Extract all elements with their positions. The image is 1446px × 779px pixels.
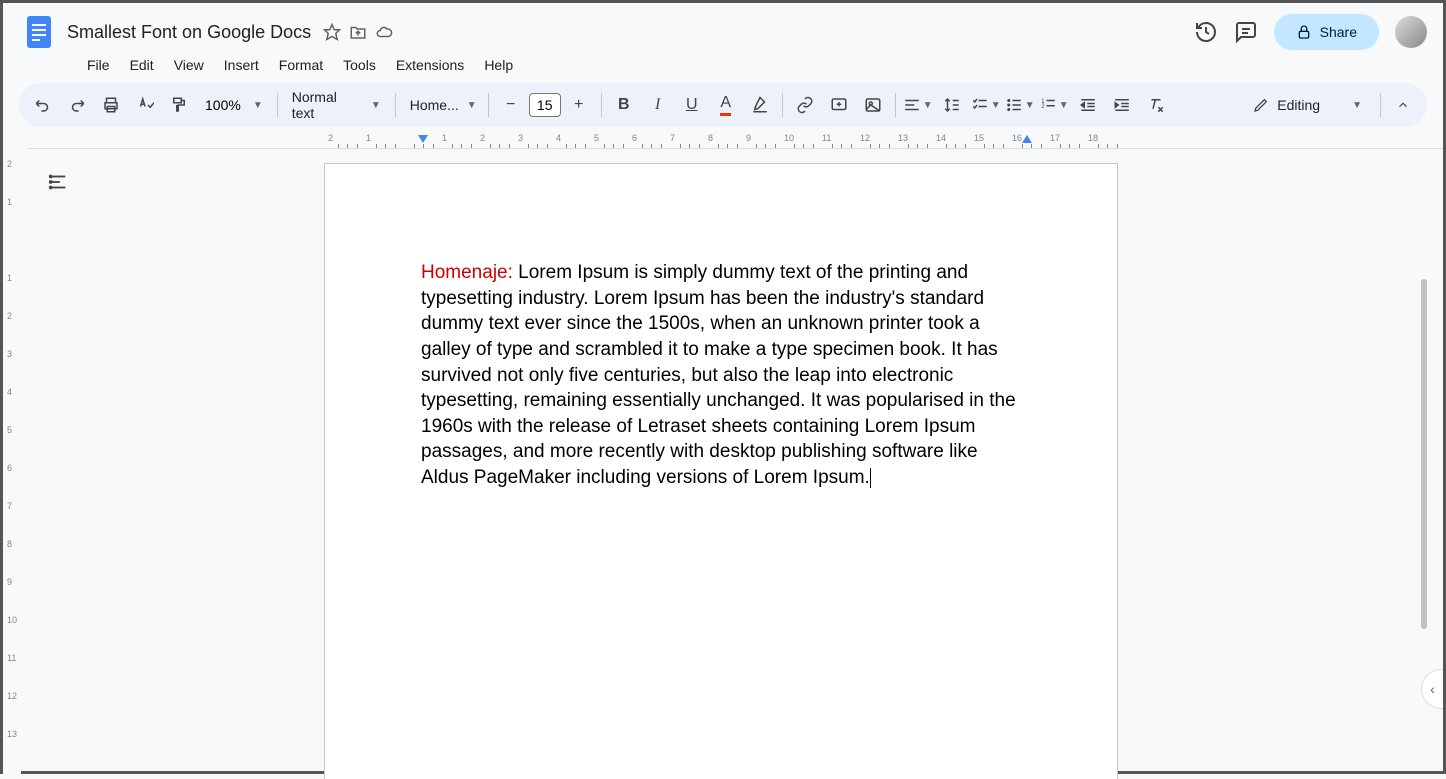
style-select[interactable]: Normal text ▼ — [284, 85, 389, 125]
chevron-down-icon: ▼ — [371, 100, 381, 111]
underline-button[interactable]: U — [676, 89, 708, 121]
clear-formatting-button[interactable] — [1140, 89, 1172, 121]
svg-text:2: 2 — [1041, 104, 1045, 110]
menu-bar: File Edit View Insert Format Tools Exten… — [19, 53, 1427, 83]
toolbar: 100% ▼ Normal text ▼ Home... ▼ − + B I U… — [19, 83, 1427, 127]
bullet-list-button[interactable]: ▼ — [1004, 89, 1036, 121]
chevron-down-icon: ▼ — [467, 100, 477, 111]
history-icon[interactable] — [1194, 20, 1218, 44]
text-cursor — [870, 468, 871, 488]
avatar[interactable] — [1395, 16, 1427, 48]
menu-file[interactable]: File — [79, 53, 118, 77]
menu-view[interactable]: View — [166, 53, 212, 77]
insert-image-button[interactable] — [857, 89, 889, 121]
italic-button[interactable]: I — [642, 89, 674, 121]
checklist-button[interactable]: ▼ — [970, 89, 1002, 121]
menu-extensions[interactable]: Extensions — [388, 53, 472, 77]
page[interactable]: Homenaje: Lorem Ipsum is simply dummy te… — [324, 163, 1118, 779]
highlight-text: Homenaje: — [421, 262, 513, 283]
link-button[interactable] — [789, 89, 821, 121]
menu-edit[interactable]: Edit — [122, 53, 162, 77]
paint-format-button[interactable] — [163, 89, 195, 121]
vertical-ruler[interactable]: 2112345678910111213 — [3, 149, 21, 779]
document-title[interactable]: Smallest Font on Google Docs — [67, 22, 311, 43]
spellcheck-button[interactable] — [129, 89, 161, 121]
numbered-list-button[interactable]: 12▼ — [1038, 89, 1070, 121]
pencil-icon — [1253, 97, 1269, 113]
lock-icon — [1296, 24, 1312, 40]
horizontal-ruler[interactable]: 21123456789101112131415161718 — [28, 133, 1443, 149]
menu-help[interactable]: Help — [476, 53, 521, 77]
print-button[interactable] — [95, 89, 127, 121]
chevron-down-icon: ▼ — [253, 100, 263, 111]
outline-button[interactable] — [47, 171, 69, 193]
font-select[interactable]: Home... ▼ — [402, 93, 482, 117]
chevron-down-icon: ▼ — [1352, 100, 1362, 111]
bold-button[interactable]: B — [608, 89, 640, 121]
cloud-icon[interactable] — [375, 23, 393, 41]
menu-tools[interactable]: Tools — [335, 53, 384, 77]
increase-indent-button[interactable] — [1106, 89, 1138, 121]
menu-insert[interactable]: Insert — [216, 53, 267, 77]
move-icon[interactable] — [349, 23, 367, 41]
font-size-input[interactable] — [529, 93, 561, 117]
comment-icon[interactable] — [1234, 20, 1258, 44]
canvas[interactable]: Homenaje: Lorem Ipsum is simply dummy te… — [21, 149, 1443, 779]
share-label: Share — [1320, 24, 1357, 40]
line-spacing-button[interactable] — [936, 89, 968, 121]
text-color-button[interactable]: A — [710, 89, 742, 121]
editing-mode-button[interactable]: Editing ▼ — [1241, 91, 1374, 119]
undo-button[interactable] — [27, 89, 59, 121]
docs-logo[interactable] — [19, 12, 59, 52]
add-comment-button[interactable] — [823, 89, 855, 121]
redo-button[interactable] — [61, 89, 93, 121]
menu-format[interactable]: Format — [271, 53, 331, 77]
align-button[interactable]: ▼ — [902, 89, 934, 121]
vertical-scrollbar[interactable] — [1421, 279, 1427, 629]
decrease-indent-button[interactable] — [1072, 89, 1104, 121]
star-icon[interactable] — [323, 23, 341, 41]
body-text: Lorem Ipsum is simply dummy text of the … — [421, 262, 1016, 488]
share-button[interactable]: Share — [1274, 14, 1379, 50]
increase-font-button[interactable]: + — [563, 89, 595, 121]
document-body[interactable]: Homenaje: Lorem Ipsum is simply dummy te… — [421, 260, 1021, 491]
highlight-button[interactable] — [744, 89, 776, 121]
decrease-font-button[interactable]: − — [495, 89, 527, 121]
collapse-toolbar-button[interactable] — [1387, 89, 1419, 121]
zoom-select[interactable]: 100% ▼ — [197, 93, 271, 117]
